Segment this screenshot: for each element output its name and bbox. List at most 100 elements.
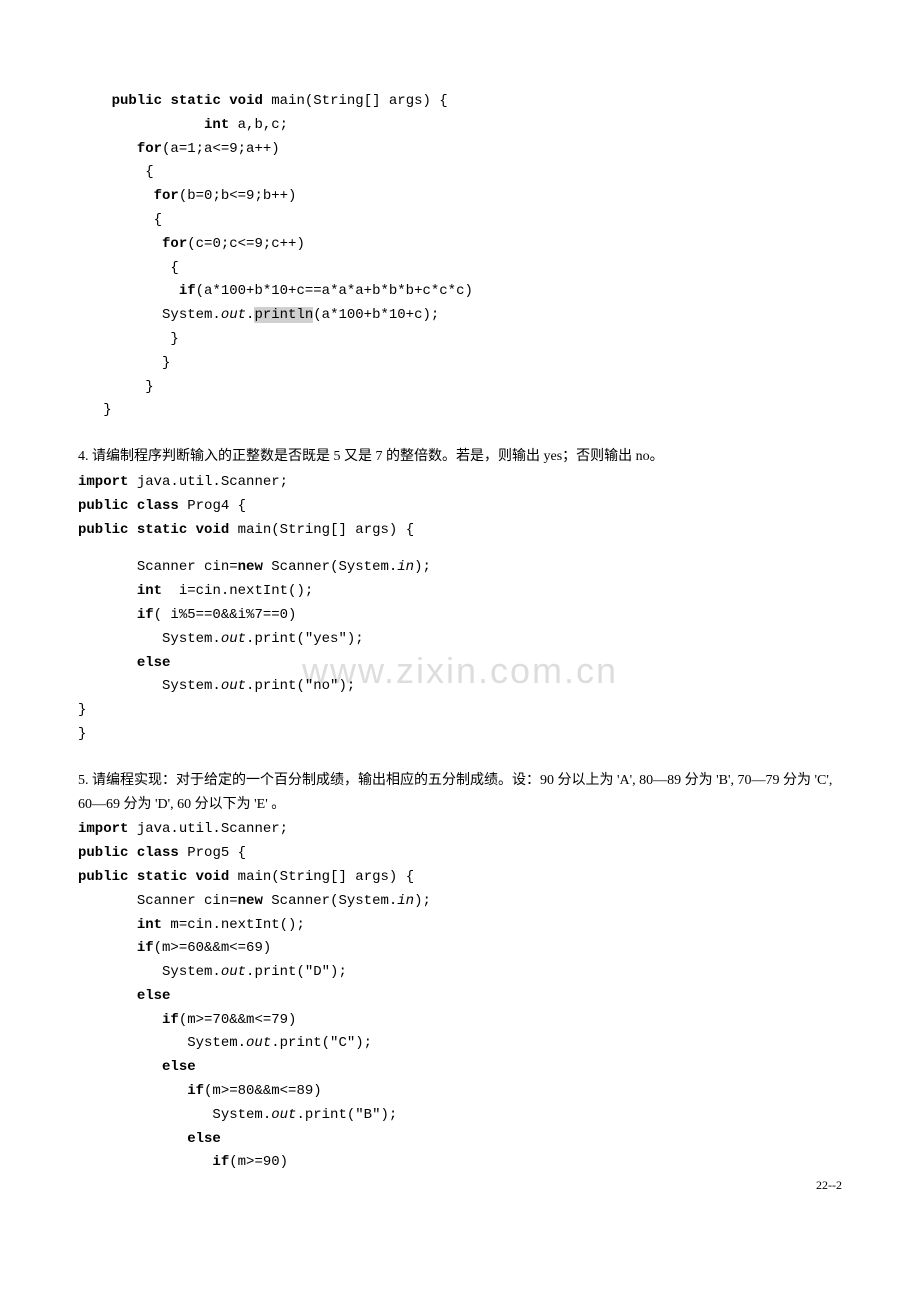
code-line: Scanner cin=new Scanner(System.in); [78, 556, 842, 580]
code-text: .print("D"); [246, 964, 347, 980]
code-line: } [78, 699, 842, 723]
code-text: Scanner(System. [263, 559, 397, 575]
highlight: println [254, 307, 313, 323]
code-line: Scanner cin=new Scanner(System.in); [78, 890, 842, 914]
keyword: public [112, 93, 162, 109]
keyword: public [78, 845, 128, 861]
code-text: Prog5 { [179, 845, 246, 861]
code-line: int i=cin.nextInt(); [78, 580, 842, 604]
keyword: public [78, 498, 128, 514]
keyword: public [78, 869, 128, 885]
keyword: int [137, 917, 162, 933]
keyword: new [238, 893, 263, 909]
code-text: System. [212, 1107, 271, 1123]
italic: in [397, 559, 414, 575]
code-text: (c=0;c<=9;c++) [187, 236, 305, 252]
code-line: if(m>=70&&m<=79) [78, 1009, 842, 1033]
code-text: { [145, 164, 153, 180]
code-text: (b=0;b<=9;b++) [179, 188, 297, 204]
code-text: java.util.Scanner; [128, 474, 288, 490]
code-line: for(a=1;a<=9;a++) [78, 138, 842, 162]
code-text: .print("yes"); [246, 631, 364, 647]
code-line: public class Prog4 { [78, 495, 842, 519]
code-text: } [145, 379, 153, 395]
code-text: i=cin.nextInt(); [162, 583, 313, 599]
code-line: public static void main(String[] args) { [78, 90, 842, 114]
code-text: { [170, 260, 178, 276]
code-line: { [78, 161, 842, 185]
page-content: public static void main(String[] args) {… [78, 90, 842, 1175]
keyword: class [137, 498, 179, 514]
code-line: if( i%5==0&&i%7==0) [78, 604, 842, 628]
keyword: for [162, 236, 187, 252]
code-line: import java.util.Scanner; [78, 471, 842, 495]
code-line: System.out.println(a*100+b*10+c); [78, 304, 842, 328]
code-line: else [78, 1128, 842, 1152]
code-text: (m>=90) [229, 1154, 288, 1170]
keyword: if [179, 283, 196, 299]
keyword: if [137, 607, 154, 623]
code-line: } [78, 376, 842, 400]
code-line: { [78, 209, 842, 233]
code-text: (a*100+b*10+c==a*a*a+b*b*b+c*c*c) [196, 283, 473, 299]
italic: out [221, 678, 246, 694]
code-text: a,b,c; [229, 117, 288, 133]
italic: out [221, 964, 246, 980]
code-line: else [78, 1056, 842, 1080]
keyword: int [204, 117, 229, 133]
italic: out [246, 1035, 271, 1051]
keyword: void [229, 93, 263, 109]
code-text: { [154, 212, 162, 228]
code-line: int a,b,c; [78, 114, 842, 138]
keyword: else [162, 1059, 196, 1075]
keyword: void [196, 522, 230, 538]
page-number: 22--2 [816, 1175, 842, 1195]
code-line: else [78, 985, 842, 1009]
keyword: if [137, 940, 154, 956]
keyword: new [238, 559, 263, 575]
code-text: System. [162, 964, 221, 980]
code-line: } [78, 352, 842, 376]
code-line: public class Prog5 { [78, 842, 842, 866]
code-text: main(String[] args) { [229, 522, 414, 538]
code-text: Prog4 { [179, 498, 246, 514]
italic: out [221, 631, 246, 647]
code-text: } [78, 702, 86, 718]
keyword: else [187, 1131, 221, 1147]
code-text: Scanner cin= [137, 559, 238, 575]
code-text: Scanner cin= [137, 893, 238, 909]
code-line: System.out.print("B"); [78, 1104, 842, 1128]
italic: out [271, 1107, 296, 1123]
keyword: static [137, 522, 187, 538]
code-text: (a*100+b*10+c); [313, 307, 439, 323]
italic: in [397, 893, 414, 909]
keyword: else [137, 655, 171, 671]
code-line: System.out.print("D"); [78, 961, 842, 985]
code-line: { [78, 257, 842, 281]
keyword: static [170, 93, 220, 109]
code-text: ); [414, 893, 431, 909]
code-text: System. [162, 678, 221, 694]
code-text: (m>=70&&m<=79) [179, 1012, 297, 1028]
code-text: (m>=80&&m<=89) [204, 1083, 322, 1099]
code-text: ); [414, 559, 431, 575]
code-line: for(c=0;c<=9;c++) [78, 233, 842, 257]
code-line: public static void main(String[] args) { [78, 519, 842, 543]
code-line: if(m>=80&&m<=89) [78, 1080, 842, 1104]
keyword: if [212, 1154, 229, 1170]
code-line: System.out.print("C"); [78, 1032, 842, 1056]
code-text: System. [187, 1035, 246, 1051]
keyword: import [78, 474, 128, 490]
keyword: class [137, 845, 179, 861]
keyword: void [196, 869, 230, 885]
code-line: if(m>=60&&m<=69) [78, 937, 842, 961]
code-text: ( i%5==0&&i%7==0) [154, 607, 297, 623]
code-line: if(a*100+b*10+c==a*a*a+b*b*b+c*c*c) [78, 280, 842, 304]
code-text: Scanner(System. [263, 893, 397, 909]
code-line: if(m>=90) [78, 1151, 842, 1175]
code-text: .print("no"); [246, 678, 355, 694]
code-line: int m=cin.nextInt(); [78, 914, 842, 938]
code-text: .print("C"); [271, 1035, 372, 1051]
code-line: import java.util.Scanner; [78, 818, 842, 842]
code-line: } [78, 399, 842, 423]
